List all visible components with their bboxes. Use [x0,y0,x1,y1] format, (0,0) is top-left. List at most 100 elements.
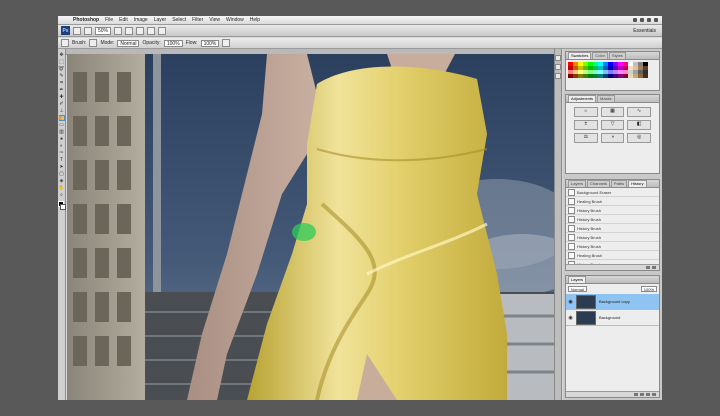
vibrance-icon[interactable]: ▽ [600,120,625,130]
history-state[interactable]: History Brush [566,242,659,251]
zoom-tool-button[interactable] [125,26,134,35]
exposure-icon[interactable]: ± [574,120,598,130]
history-panel-icon[interactable] [555,55,561,61]
gradient-tool-icon[interactable]: ▥ [59,129,65,135]
flow-label: Flow: [185,40,198,46]
history-state[interactable]: History Brush [566,215,659,224]
type-tool-icon[interactable]: T [59,157,65,163]
tab-color[interactable]: Color [592,52,608,59]
tab-swatches[interactable]: Swatches [568,52,592,59]
brightness-contrast-icon[interactable]: ☼ [574,107,598,117]
status-icon[interactable] [647,18,651,22]
menu-edit[interactable]: Edit [116,16,131,24]
hand-tool-button[interactable] [114,26,123,35]
view-extras-button[interactable] [84,26,92,35]
curves-icon[interactable]: ∿ [627,107,651,117]
menu-file[interactable]: File [102,16,116,24]
eyedropper-tool-icon[interactable]: ✒ [59,87,65,93]
move-tool-icon[interactable]: ✥ [59,52,65,58]
brush-tool-icon[interactable]: ✐ [59,101,65,107]
spotlight-icon[interactable] [654,18,658,22]
history-state-label: History Brush [577,234,602,240]
layer-row[interactable]: ◉ Background [566,310,659,326]
mode-label: Mode: [100,40,115,46]
trash-icon[interactable] [652,266,656,269]
levels-icon[interactable]: ▦ [600,107,625,117]
eraser-tool-icon[interactable]: ▭ [59,122,65,128]
menu-help[interactable]: Help [247,16,263,24]
screen-mode-button[interactable] [158,26,167,35]
hue-saturation-icon[interactable]: ◧ [627,120,651,130]
new-snapshot-icon[interactable] [646,266,650,269]
arrange-documents-button[interactable] [147,26,156,35]
healing-brush-tool-icon[interactable]: ✚ [59,94,65,100]
tool-preset-picker[interactable] [61,39,69,47]
background-color[interactable] [60,204,66,210]
status-icon[interactable] [640,18,644,22]
3d-rotate-tool-icon[interactable]: ◈ [59,178,65,184]
app-menu[interactable]: Photoshop [70,16,102,24]
black-white-icon[interactable]: ◑ [600,133,625,143]
brush-picker-button[interactable] [89,39,98,47]
opacity-field[interactable]: 100% [163,39,183,47]
layer-row[interactable]: ◉ Background copy [566,294,659,310]
tab-adjustments[interactable]: Adjustments [568,95,597,102]
history-state[interactable]: History Brush [566,224,659,233]
launch-bridge-button[interactable] [73,26,81,35]
zoom-tool-icon[interactable]: ⌕ [59,192,65,198]
history-state[interactable]: History Brush [566,233,659,242]
dodge-tool-icon[interactable]: ◐ [59,143,65,149]
menu-filter[interactable]: Filter [189,16,206,24]
path-select-tool-icon[interactable]: ➤ [59,164,65,170]
history-state[interactable]: Healing Brush [566,197,659,206]
trash-icon[interactable] [652,393,656,396]
menu-layer[interactable]: Layer [151,16,170,24]
link-layers-icon[interactable] [634,393,638,396]
tab-layers[interactable]: Layers [568,276,587,283]
rotate-view-button[interactable] [136,26,145,35]
layer-opacity-field[interactable]: 100% [640,286,657,292]
tab-layers[interactable]: Layers [568,180,587,187]
layer-blend-mode-select[interactable]: Normal [568,286,587,292]
marquee-tool-icon[interactable]: ⬚ [59,59,65,65]
airbrush-toggle-button[interactable] [222,39,231,47]
workspace-switcher[interactable]: Essentials [633,28,656,34]
status-icon[interactable] [633,18,637,22]
history-state[interactable]: Background Eraser [566,188,659,197]
blend-mode-select[interactable]: Normal [117,39,140,47]
blur-tool-icon[interactable]: ● [59,136,65,142]
photo-filter-icon[interactable]: ◎ [627,133,651,143]
menu-window[interactable]: Window [223,16,247,24]
pen-tool-icon[interactable]: ✑ [59,150,65,156]
color-swatch[interactable] [643,74,648,78]
document-canvas[interactable] [67,54,554,400]
info-panel-icon[interactable] [555,73,561,79]
shape-tool-icon[interactable]: ▢ [59,171,65,177]
eye-icon[interactable]: ◉ [568,315,573,321]
history-brush-tool-icon[interactable]: ✍ [58,115,65,121]
tab-styles[interactable]: Styles [608,52,626,59]
clone-stamp-tool-icon[interactable]: ⊥ [59,108,65,114]
tab-paths[interactable]: Paths [610,180,628,187]
color-balance-icon[interactable]: ⚖ [574,133,598,143]
menu-select[interactable]: Select [169,16,189,24]
navigator-panel-icon[interactable] [555,64,561,70]
tab-masks[interactable]: Masks [597,95,615,102]
tab-history[interactable]: History [628,180,647,187]
menu-view[interactable]: View [206,16,223,24]
menu-image[interactable]: Image [131,16,151,24]
lasso-tool-icon[interactable]: ➰ [58,66,64,72]
flow-field[interactable]: 100% [200,39,220,47]
add-mask-icon[interactable] [640,393,644,396]
eye-icon[interactable]: ◉ [568,299,573,305]
color-swatches-icon[interactable] [58,201,66,210]
zoom-level-select[interactable]: 50% [95,26,112,35]
tab-channels[interactable]: Channels [587,180,610,187]
history-state[interactable]: History Brush [566,206,659,215]
crop-tool-icon[interactable]: ⌗ [59,80,65,86]
quick-select-tool-icon[interactable]: ✎ [59,73,65,79]
history-state-label: Healing Brush [577,198,603,204]
new-layer-icon[interactable] [646,393,650,396]
hand-tool-icon[interactable]: ✋ [58,185,64,191]
history-state[interactable]: Healing Brush [566,251,659,260]
